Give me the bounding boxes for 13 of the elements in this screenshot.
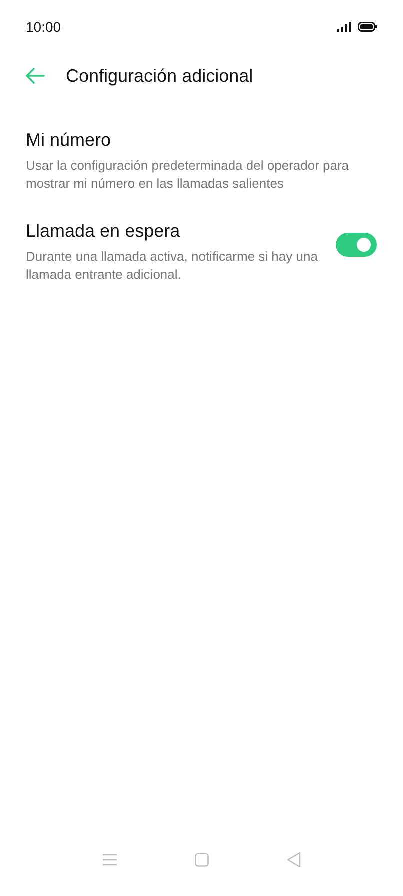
setting-title[interactable]: Llamada en espera (26, 221, 318, 242)
battery-icon (358, 22, 377, 32)
back-icon[interactable] (286, 852, 300, 868)
home-icon[interactable] (194, 853, 208, 867)
status-time: 10:00 (26, 19, 62, 35)
setting-title[interactable]: Mi número (26, 130, 377, 151)
menu-icon[interactable] (102, 854, 116, 866)
toggle-switch[interactable] (336, 232, 377, 256)
back-button[interactable] (24, 65, 46, 87)
signal-icon (337, 22, 352, 32)
setting-description: Usar la configuración predeterminada del operador para mostrar mi número en las llamadas salientes (26, 157, 350, 193)
page-title: Configuración adicional (66, 66, 254, 86)
setting-description: Durante una llamada activa, notificarme si hay una llamada entrante adicional. (26, 248, 318, 284)
